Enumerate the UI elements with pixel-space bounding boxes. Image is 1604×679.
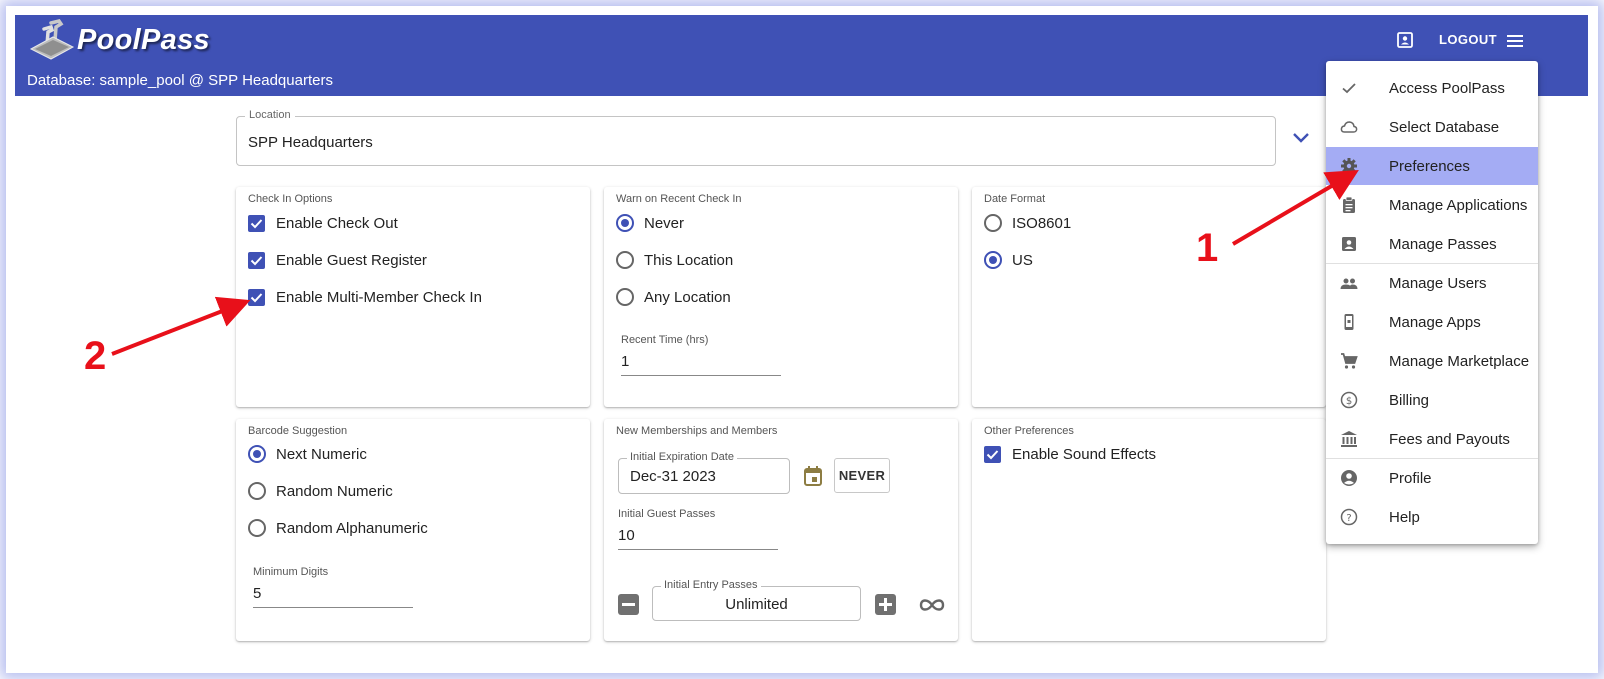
annotation-number-one: 1 <box>1196 226 1219 270</box>
arrow-to-preferences <box>1231 169 1359 246</box>
arrow-to-multi-member <box>111 296 251 356</box>
annotation-arrows <box>111 169 1359 356</box>
annotation-number-two: 2 <box>84 334 107 378</box>
